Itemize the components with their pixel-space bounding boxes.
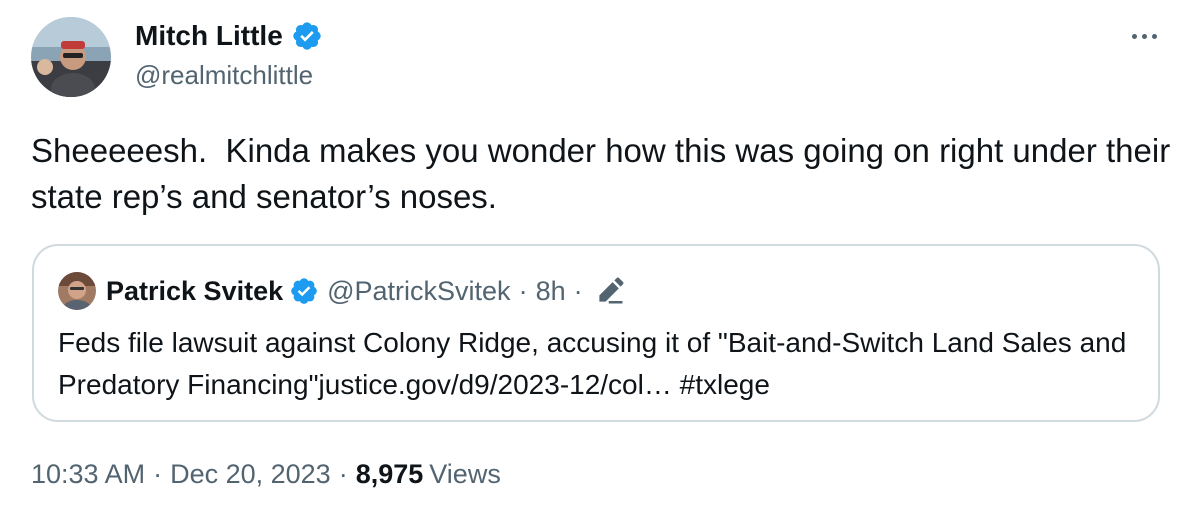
more-dot [1151, 33, 1157, 39]
tweet-text: Sheeeeesh. Kinda makes you wonder how th… [31, 132, 1180, 215]
author-name-text[interactable]: Mitch Little [135, 18, 283, 54]
quote-author-handle[interactable]: @PatrickSvitek [327, 276, 510, 307]
edit-pencil-icon[interactable] [595, 276, 625, 306]
tweet-meta: 10:33 AM · Dec 20, 2023 · 8,975 Views [31, 456, 501, 492]
author-handle[interactable]: @realmitchlittle [135, 58, 313, 92]
more-dot [1131, 33, 1137, 39]
separator-dot: · [338, 458, 348, 489]
more-options-button[interactable] [1124, 22, 1164, 50]
quote-hashtag[interactable]: #txlege [680, 369, 770, 400]
author-avatar[interactable] [31, 17, 111, 97]
tweet-date[interactable]: Dec 20, 2023 [170, 459, 331, 490]
separator-dot: · [153, 458, 163, 489]
quote-timestamp[interactable]: 8h [536, 276, 566, 307]
quote-text: Feds file lawsuit against Colony Ridge, … [58, 322, 1148, 406]
more-dot [1141, 33, 1147, 39]
quote-author-name[interactable]: Patrick Svitek [106, 276, 283, 307]
author-name[interactable]: Mitch Little [135, 18, 323, 54]
quote-link[interactable]: justice.gov/d9/2023-12/col… [319, 369, 672, 400]
verified-badge-icon [293, 22, 321, 50]
separator-dot: · [573, 275, 583, 306]
verified-badge-icon [291, 278, 317, 304]
separator-dot: · [518, 275, 528, 306]
quote-header: Patrick Svitek @PatrickSvitek · 8h · [106, 272, 625, 310]
tweet-time[interactable]: 10:33 AM [31, 459, 145, 490]
quote-author-avatar[interactable] [58, 272, 96, 310]
quoted-tweet-card[interactable]: Patrick Svitek @PatrickSvitek · 8h · Fed… [32, 244, 1160, 422]
views-label: Views [429, 458, 501, 489]
views-count: 8,975 [355, 458, 424, 489]
